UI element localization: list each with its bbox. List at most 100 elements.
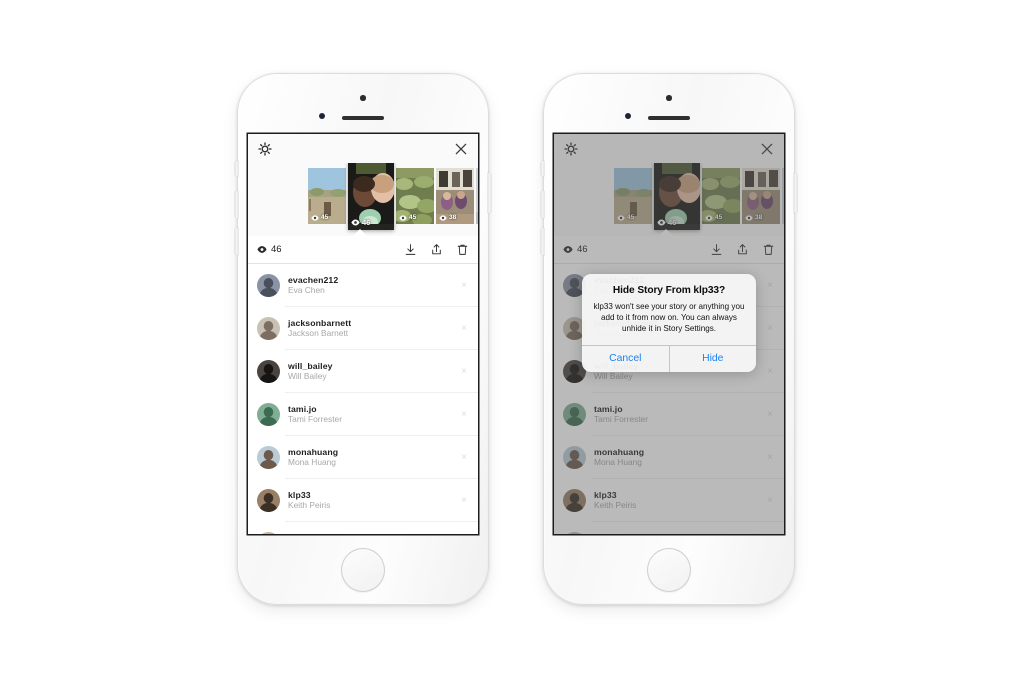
viewer-username: evachen212 xyxy=(288,275,339,286)
viewer-fullname: Mona Huang xyxy=(288,457,336,468)
avatar-image xyxy=(257,489,280,512)
viewer-username: tami.jo xyxy=(288,404,317,415)
story-view-count-value: 38 xyxy=(449,214,457,221)
viewer-username: klp33 xyxy=(288,490,311,501)
alert-body: Hide Story From klp33? klp33 won't see y… xyxy=(582,274,756,345)
active-story-caret-icon xyxy=(352,229,368,236)
viewer-text-group: jacksonbarnettJackson Barnett xyxy=(288,318,351,339)
viewer-username: jacksonbarnett xyxy=(288,318,352,329)
viewer-count-value: 46 xyxy=(271,244,282,255)
avatar-image xyxy=(257,446,280,469)
avatar-image xyxy=(257,403,280,426)
home-button[interactable] xyxy=(647,548,691,592)
story-view-count-value: 45 xyxy=(321,214,329,221)
volume-down-button[interactable] xyxy=(235,228,238,255)
avatar[interactable] xyxy=(257,360,280,383)
viewer-text-group: will_baileyWill Bailey xyxy=(288,361,333,382)
front-camera-icon xyxy=(666,95,672,101)
proximity-sensor-icon xyxy=(625,113,631,119)
viewer-text-group: monahuang Mona Huang xyxy=(288,447,338,468)
toolbar-actions xyxy=(404,243,469,256)
avatar[interactable] xyxy=(257,532,280,534)
phone-screen-left: 45 46 45 38 46 evachen212 Eva Chen × jac… xyxy=(248,134,478,534)
home-button[interactable] xyxy=(341,548,385,592)
volume-up-button[interactable] xyxy=(235,191,238,218)
viewer-row[interactable]: monahuang Mona Huang × xyxy=(248,436,478,479)
avatar-image xyxy=(257,360,280,383)
earpiece-speaker-icon xyxy=(342,116,384,120)
story-viewer-list-left[interactable]: evachen212 Eva Chen × jacksonbarnett Jackson… xyxy=(248,264,478,534)
viewer-row[interactable]: tami.jo Tami Forrester × xyxy=(248,393,478,436)
story-thumbnail-image xyxy=(476,168,478,224)
avatar-image xyxy=(257,532,280,534)
viewer-row[interactable]: will_baileyWill Bailey × xyxy=(248,350,478,393)
earpiece-speaker-icon xyxy=(648,116,690,120)
avatar[interactable] xyxy=(257,274,280,297)
story-viewers-panel[interactable]: 45 46 45 38 46 evachen212 Eva Chen × jac… xyxy=(248,134,478,534)
viewer-row[interactable]: smith1302Eric Smith× xyxy=(248,522,478,534)
story-thumbnail[interactable]: 38 xyxy=(436,168,474,224)
phone-screen-right: 45 46 45 38 46 × × Will Bailey × tami.jo… xyxy=(554,134,784,534)
viewer-username: will_bailey xyxy=(288,361,333,372)
power-button[interactable] xyxy=(488,173,491,213)
avatar[interactable] xyxy=(257,317,280,340)
volume-up-button[interactable] xyxy=(541,191,544,218)
viewer-text-group: evachen212Eva Chen xyxy=(288,275,338,296)
story-view-count-value: 45 xyxy=(409,214,417,221)
viewer-row[interactable]: jacksonbarnettJackson Barnett × xyxy=(248,307,478,350)
front-camera-icon xyxy=(360,95,366,101)
silent-switch[interactable] xyxy=(541,161,544,176)
viewer-fullname: Tami Forrester xyxy=(288,414,342,425)
avatar[interactable] xyxy=(257,446,280,469)
volume-down-button[interactable] xyxy=(541,228,544,255)
share-icon[interactable] xyxy=(430,243,443,256)
story-view-count: 38 xyxy=(439,214,456,221)
viewer-fullname: Will Bailey xyxy=(288,371,327,382)
viewer-count-group: 46 xyxy=(257,244,282,255)
viewers-toolbar: 46 xyxy=(248,236,478,264)
download-icon[interactable] xyxy=(404,243,417,256)
cancel-button[interactable]: Cancel xyxy=(582,346,669,372)
story-view-count: 46 xyxy=(351,218,370,227)
viewer-row[interactable]: evachen212Eva Chen × xyxy=(248,264,478,307)
alert-message: klp33 won't see your story or anything y… xyxy=(593,302,745,334)
viewer-fullname: Keith Peiris xyxy=(288,500,331,511)
avatar-image xyxy=(257,274,280,297)
eye-icon xyxy=(311,214,319,221)
remove-viewer-icon[interactable]: × xyxy=(461,409,469,420)
silent-switch[interactable] xyxy=(235,161,238,176)
eye-icon xyxy=(399,214,407,221)
avatar-image xyxy=(257,317,280,340)
close-icon[interactable] xyxy=(453,141,469,157)
story-thumbnail-rail[interactable]: 45 46 45 38 xyxy=(308,163,478,230)
viewer-row[interactable]: klp33 Keith Peiris × xyxy=(248,479,478,522)
story-thumbnail-active[interactable]: 46 xyxy=(348,163,394,230)
eye-icon xyxy=(439,214,447,221)
avatar[interactable] xyxy=(257,489,280,512)
viewer-fullname: Eva Chen xyxy=(288,285,325,296)
gear-icon[interactable] xyxy=(257,141,273,157)
remove-viewer-icon[interactable]: × xyxy=(461,280,469,291)
proximity-sensor-icon xyxy=(319,113,325,119)
remove-viewer-icon[interactable]: × xyxy=(461,366,469,377)
story-thumbnail-strip[interactable]: 45 46 45 38 xyxy=(248,163,478,236)
power-button[interactable] xyxy=(794,173,797,213)
avatar[interactable] xyxy=(257,403,280,426)
story-thumbnail[interactable]: 45 xyxy=(308,168,346,224)
viewer-fullname: Jackson Barnett xyxy=(288,328,349,339)
remove-viewer-icon[interactable]: × xyxy=(461,323,469,334)
alert-actions: Cancel Hide xyxy=(582,345,757,373)
story-view-count-value: 46 xyxy=(362,218,371,227)
trash-icon[interactable] xyxy=(456,243,469,256)
story-thumbnail[interactable]: 3 xyxy=(476,168,478,224)
hide-button[interactable]: Hide xyxy=(668,346,757,373)
phone-device-right: 45 46 45 38 46 × × Will Bailey × tami.jo… xyxy=(541,73,797,605)
viewer-text-group: tami.jo Tami Forrester xyxy=(288,404,342,425)
viewer-username: monahuang xyxy=(288,447,339,458)
phone-device-left: 45 46 45 38 46 evachen212 Eva Chen × jac… xyxy=(235,73,491,605)
remove-viewer-icon[interactable]: × xyxy=(461,495,469,506)
eye-icon xyxy=(257,246,267,253)
remove-viewer-icon[interactable]: × xyxy=(461,452,469,463)
story-thumbnail[interactable]: 45 xyxy=(396,168,434,224)
viewer-username: smith1302 xyxy=(288,533,331,534)
